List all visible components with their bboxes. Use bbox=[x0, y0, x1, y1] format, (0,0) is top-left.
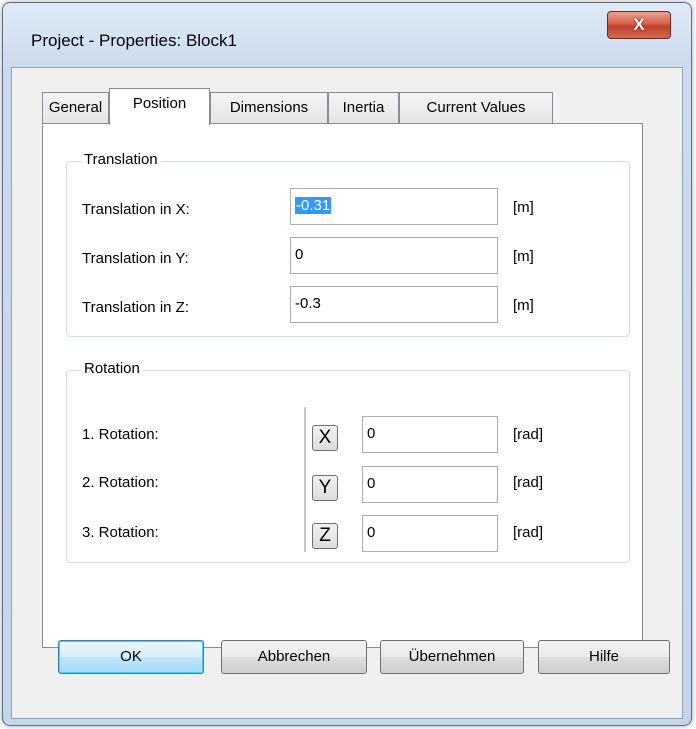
close-icon: X bbox=[633, 15, 645, 34]
tab-label: General bbox=[48, 99, 103, 116]
tab-dimensions[interactable]: Dimensions bbox=[210, 92, 328, 124]
cancel-button[interactable]: Abbrechen bbox=[221, 640, 367, 674]
help-label: Hilfe bbox=[588, 648, 619, 665]
rotation-2-axis-button[interactable]: Y bbox=[312, 475, 338, 501]
rotation-1-input[interactable]: 0 bbox=[362, 416, 498, 453]
rotation-legend: Rotation bbox=[81, 360, 143, 377]
translation-z-label: Translation in Z: bbox=[82, 299, 189, 316]
tab-position[interactable]: Position bbox=[109, 88, 210, 125]
translation-x-label: Translation in X: bbox=[82, 201, 190, 218]
dialog-window: Project - Properties: Block1 X General P… bbox=[2, 2, 692, 726]
rotation-1-value: 0 bbox=[367, 425, 376, 442]
cancel-label: Abbrechen bbox=[257, 648, 331, 665]
window-title: Project - Properties: Block1 bbox=[31, 31, 237, 50]
tab-label: Position bbox=[132, 95, 187, 112]
rotation-1-unit: [rad] bbox=[513, 426, 544, 443]
translation-z-unit: [m] bbox=[513, 297, 534, 314]
rotation-3-axis-button[interactable]: Z bbox=[312, 523, 338, 549]
rotation-3-input[interactable]: 0 bbox=[362, 515, 498, 552]
close-button[interactable]: X bbox=[607, 11, 671, 39]
tab-label: Dimensions bbox=[229, 99, 309, 116]
tab-label: Inertia bbox=[342, 99, 385, 116]
translation-z-value: -0.3 bbox=[295, 295, 321, 312]
translation-x-value: -0.31 bbox=[295, 197, 332, 214]
rotation-3-label: 3. Rotation: bbox=[82, 524, 159, 541]
ok-label: OK bbox=[120, 648, 142, 665]
tab-label: Current Values bbox=[426, 99, 526, 116]
rotation-group: Rotation 1. Rotation: X 0 [rad] 2. Rotat… bbox=[66, 360, 630, 563]
translation-group: Translation Translation in X: -0.31 [m] … bbox=[66, 151, 630, 337]
ok-button[interactable]: OK bbox=[58, 640, 204, 674]
translation-y-input[interactable]: 0 bbox=[290, 237, 498, 274]
title-bar[interactable]: Project - Properties: Block1 X bbox=[3, 3, 691, 67]
translation-z-input[interactable]: -0.3 bbox=[290, 286, 498, 323]
axis-y-icon: Y bbox=[318, 477, 332, 498]
axis-z-icon: Z bbox=[319, 525, 331, 546]
apply-button[interactable]: Übernehmen bbox=[380, 640, 524, 674]
rotation-2-value: 0 bbox=[367, 475, 376, 492]
rotation-1-label: 1. Rotation: bbox=[82, 426, 159, 443]
translation-x-unit: [m] bbox=[513, 199, 534, 216]
rotation-3-value: 0 bbox=[367, 524, 376, 541]
translation-legend: Translation bbox=[81, 151, 161, 168]
translation-y-label: Translation in Y: bbox=[82, 250, 189, 267]
rotation-2-unit: [rad] bbox=[513, 474, 544, 491]
rotation-2-label: 2. Rotation: bbox=[82, 474, 159, 491]
tab-inertia[interactable]: Inertia bbox=[328, 92, 399, 124]
dialog-client-area: General Position Dimensions Inertia Curr… bbox=[11, 67, 683, 719]
rotation-3-unit: [rad] bbox=[513, 524, 544, 541]
translation-y-value: 0 bbox=[295, 246, 304, 263]
tab-general[interactable]: General bbox=[42, 92, 109, 124]
axis-separator bbox=[304, 407, 307, 552]
axis-x-icon: X bbox=[318, 427, 332, 448]
rotation-1-axis-button[interactable]: X bbox=[312, 425, 338, 451]
rotation-2-input[interactable]: 0 bbox=[362, 466, 498, 503]
translation-x-input[interactable]: -0.31 bbox=[290, 188, 498, 225]
position-tab-panel: Translation Translation in X: -0.31 [m] … bbox=[42, 123, 643, 648]
help-button[interactable]: Hilfe bbox=[538, 640, 670, 674]
tab-current-values[interactable]: Current Values bbox=[399, 92, 553, 124]
translation-y-unit: [m] bbox=[513, 248, 534, 265]
apply-label: Übernehmen bbox=[408, 648, 496, 665]
